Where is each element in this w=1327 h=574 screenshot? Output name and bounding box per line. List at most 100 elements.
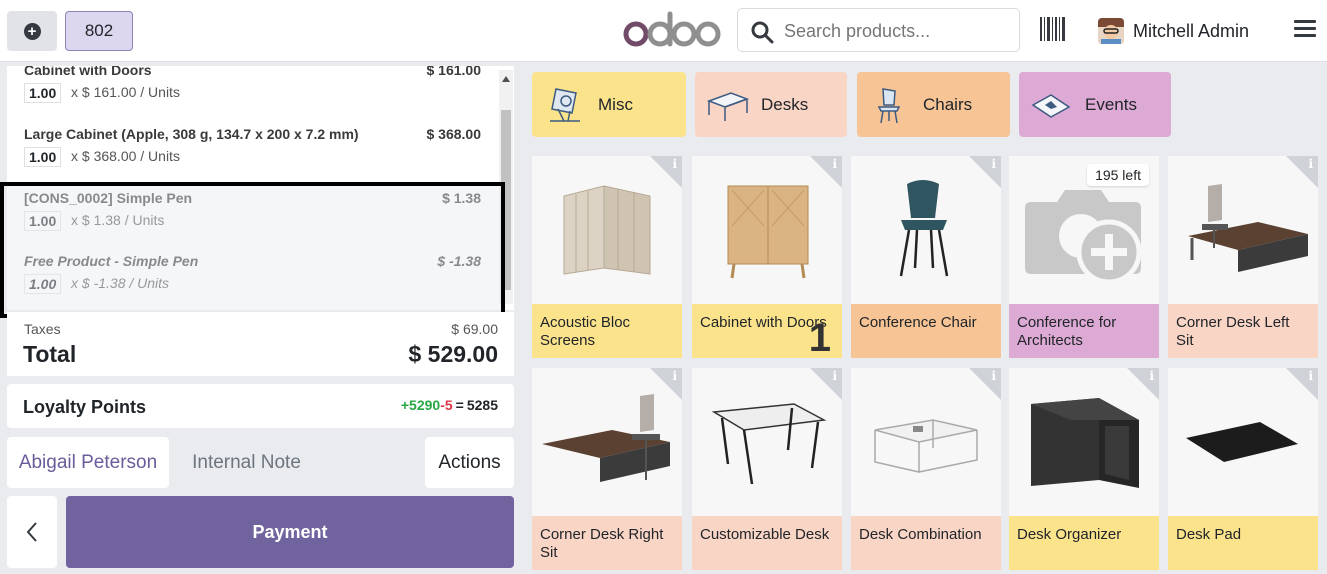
chevron-left-icon [26, 522, 37, 542]
info-icon[interactable]: i [991, 157, 996, 171]
desk-icon [706, 91, 749, 121]
info-corner[interactable] [969, 368, 1001, 400]
taxes-label: Taxes [24, 321, 61, 337]
product-name: Corner Desk Left Sit [1168, 304, 1318, 358]
order-line-price: $ -1.38 [437, 253, 481, 269]
category-chairs[interactable]: Chairs [857, 72, 1010, 137]
category-label: Misc [598, 94, 633, 114]
misc-icon [550, 87, 580, 122]
odoo-logo [623, 11, 721, 47]
order-line-price: $ 161.00 [426, 66, 482, 78]
search-input[interactable] [784, 17, 1009, 45]
order-line-name: Cabinet with Doors [24, 66, 152, 78]
internal-note-button[interactable]: Internal Note [178, 437, 315, 488]
product-search-box[interactable] [737, 8, 1020, 52]
product-cart-qty: 1 [808, 316, 831, 358]
product-name: Corner Desk Right Sit [532, 516, 682, 570]
order-line-price: $ 1.38 [442, 190, 481, 206]
info-corner[interactable] [810, 156, 842, 188]
order-line-unit-price: x $ 1.38 / Units [71, 212, 165, 228]
product-name: Conference for Architects [1009, 304, 1159, 358]
info-corner[interactable] [1286, 156, 1318, 188]
product-card[interactable]: i Desk Pad [1168, 368, 1318, 570]
loyalty-equals: = [455, 397, 464, 413]
product-name: Desk Organizer [1009, 516, 1159, 570]
order-totals: Taxes $ 69.00 Total $ 529.00 [7, 312, 514, 376]
order-lines-scrollbar[interactable] [499, 70, 513, 304]
stock-badge: 195 left [1087, 164, 1149, 186]
category-label: Events [1085, 94, 1137, 114]
user-menu[interactable]: Mitchell Admin [1098, 16, 1249, 46]
events-icon [1031, 93, 1071, 118]
info-corner[interactable] [969, 156, 1001, 188]
user-name: Mitchell Admin [1133, 20, 1250, 41]
hamburger-menu-icon[interactable] [1294, 20, 1316, 38]
loyalty-points-panel: Loyalty Points +5290-5 = 5285 [7, 384, 514, 428]
order-line-unit-price: x $ -1.38 / Units [71, 275, 170, 291]
info-icon[interactable]: i [1149, 369, 1154, 383]
product-name: Desk Combination [851, 516, 1001, 570]
product-card[interactable]: i Corner Desk Left Sit [1168, 156, 1318, 358]
info-icon[interactable]: i [991, 369, 996, 383]
product-card[interactable]: i Corner Desk Right Sit [532, 368, 682, 570]
product-card[interactable]: i Conference Chair [851, 156, 1001, 358]
info-icon[interactable]: i [832, 369, 837, 383]
info-icon[interactable]: i [1308, 157, 1313, 171]
info-icon[interactable]: i [672, 157, 677, 171]
order-line-name: [CONS_0002] Simple Pen [24, 190, 193, 206]
category-label: Desks [761, 94, 809, 114]
info-corner[interactable] [1127, 368, 1159, 400]
category-events[interactable]: Events [1019, 72, 1171, 137]
loyalty-points-won: +5290 [400, 397, 441, 413]
order-line-name: Large Cabinet (Apple, 308 g, 134.7 x 200… [24, 126, 359, 142]
current-order-button[interactable]: 802 [65, 11, 133, 51]
info-icon[interactable]: i [672, 369, 677, 383]
category-label: Chairs [923, 94, 973, 114]
order-lines-list: Cabinet with Doors $ 161.00 1.00 x $ 161… [7, 66, 514, 310]
info-corner[interactable] [650, 368, 682, 400]
total-label: Total [23, 341, 77, 367]
info-icon[interactable]: i [832, 157, 837, 171]
payment-button[interactable]: Payment [66, 496, 514, 568]
product-name: Acoustic Bloc Screens [532, 304, 682, 358]
scroll-up-arrow-icon[interactable] [502, 76, 510, 82]
order-line-qty: 1.00 [24, 83, 62, 103]
order-line-price: $ 368.00 [426, 126, 482, 142]
product-card[interactable]: i Desk Combination [851, 368, 1001, 570]
top-navbar: + 802 Mitchell Admin [0, 0, 1327, 62]
info-corner[interactable] [650, 156, 682, 188]
order-line-unit-price: x $ 368.00 / Units [71, 148, 180, 164]
order-line-unit-price: x $ 161.00 / Units [71, 84, 180, 100]
product-card[interactable]: 195 left Conference for Architects [1009, 156, 1159, 358]
category-desks[interactable]: Desks [695, 72, 847, 137]
category-misc[interactable]: Misc [532, 72, 686, 137]
loyalty-points-balance: 5285 [466, 397, 498, 413]
barcode-icon[interactable] [1040, 17, 1066, 41]
plus-circle-icon: + [23, 22, 41, 40]
product-card[interactable]: i Acoustic Bloc Screens [532, 156, 682, 358]
customer-button[interactable]: Abigail Peterson [7, 437, 169, 488]
order-line-qty: 1.00 [24, 274, 62, 294]
order-line-name: Free Product - Simple Pen [24, 253, 199, 269]
order-line-qty: 1.00 [24, 147, 62, 167]
taxes-value: $ 69.00 [451, 321, 498, 337]
product-name: Conference Chair [851, 304, 1001, 358]
scroll-thumb[interactable] [501, 110, 511, 290]
product-card[interactable]: i Cabinet with Doors 1 [692, 156, 842, 358]
info-corner[interactable] [810, 368, 842, 400]
loyalty-points-label: Loyalty Points [23, 397, 147, 417]
loyalty-points-spent: -5 [440, 397, 453, 413]
product-name: Customizable Desk [692, 516, 842, 570]
actions-button[interactable]: Actions [425, 437, 514, 488]
info-corner[interactable] [1286, 368, 1318, 400]
order-line-qty: 1.00 [24, 211, 62, 231]
product-card[interactable]: i Customizable Desk [692, 368, 842, 570]
new-order-button[interactable]: + [7, 11, 57, 51]
user-avatar [1098, 18, 1124, 44]
info-icon[interactable]: i [1308, 369, 1313, 383]
chair-icon [877, 87, 901, 123]
search-icon [751, 21, 774, 44]
product-card[interactable]: i Desk Organizer [1009, 368, 1159, 570]
product-name: Desk Pad [1168, 516, 1318, 570]
back-button[interactable] [7, 496, 57, 568]
